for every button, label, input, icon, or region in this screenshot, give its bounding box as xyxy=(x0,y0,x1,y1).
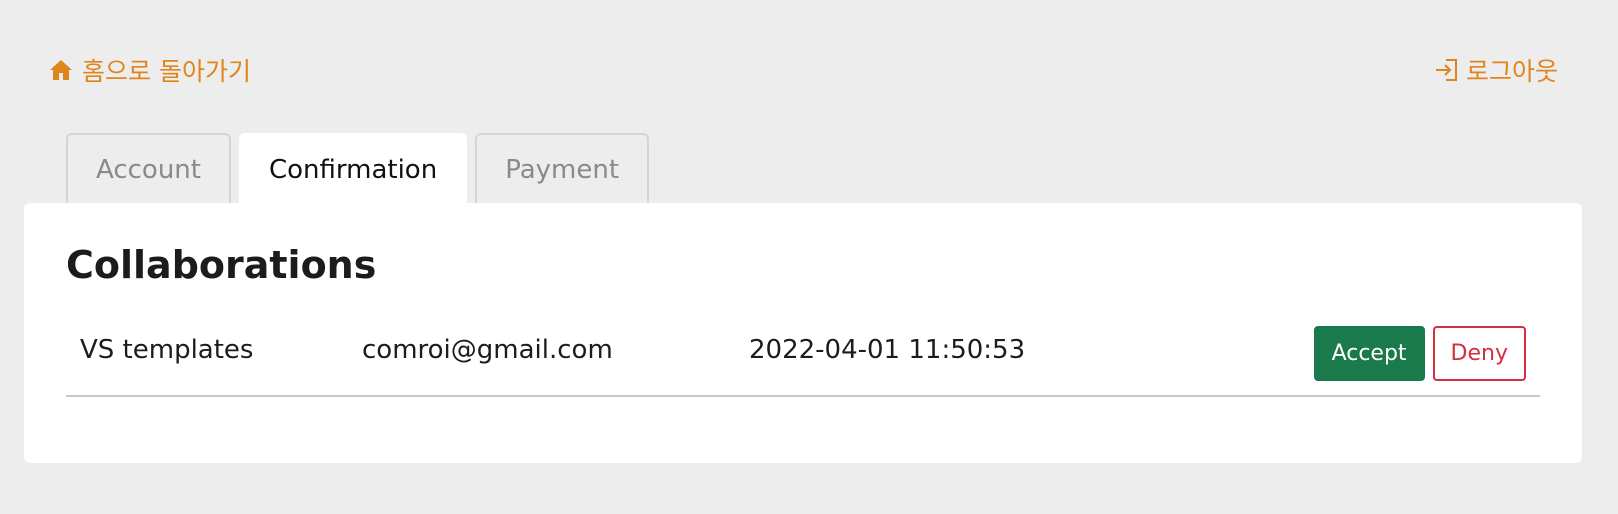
home-link-label: 홈으로 돌아가기 xyxy=(82,57,251,86)
top-bar: 홈으로 돌아가기 로그아웃 xyxy=(0,0,1618,130)
table-row: VS templates comroi@gmail.com 2022-04-01… xyxy=(66,319,1540,397)
collaboration-date: 2022-04-01 11:50:53 xyxy=(749,335,1026,365)
home-link[interactable]: 홈으로 돌아가기 xyxy=(48,52,251,88)
logout-link-label: 로그아웃 xyxy=(1465,57,1558,86)
tab-payment[interactable]: Payment xyxy=(475,133,650,205)
collaborations-panel: Collaborations VS templates comroi@gmail… xyxy=(24,203,1582,463)
tab-account[interactable]: Account xyxy=(66,133,231,205)
tab-confirmation[interactable]: Confirmation xyxy=(238,133,468,205)
collaboration-email: comroi@gmail.com xyxy=(362,335,613,365)
deny-button[interactable]: Deny xyxy=(1432,326,1526,381)
tab-bar: Account Confirmation Payment xyxy=(66,133,650,205)
row-actions: Accept Deny xyxy=(1313,326,1526,381)
logout-link[interactable]: 로그아웃 xyxy=(1434,52,1558,88)
page-title: Collaborations xyxy=(66,243,377,287)
home-icon xyxy=(48,57,74,83)
collaboration-name: VS templates xyxy=(80,335,254,365)
accept-button[interactable]: Accept xyxy=(1313,326,1425,381)
login-arrow-icon xyxy=(1434,57,1460,83)
